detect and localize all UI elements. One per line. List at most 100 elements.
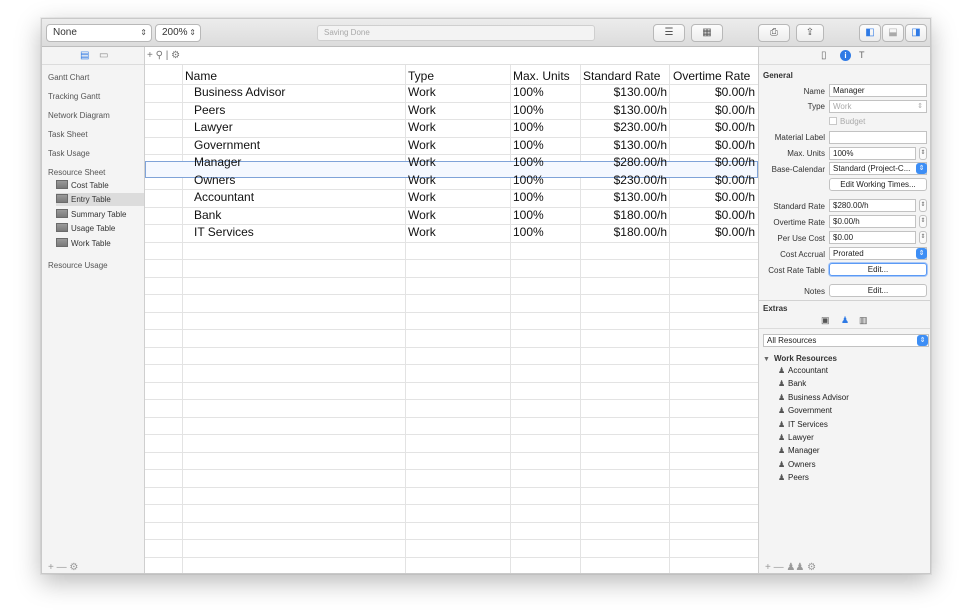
gear-icon[interactable]: ⚙: [807, 562, 816, 573]
sidebar-item-tracking-gantt[interactable]: Tracking Gantt: [48, 92, 100, 101]
cell-standard-rate[interactable]: $130.00/h: [580, 103, 667, 117]
toggle-left-pane-button[interactable]: ◧: [859, 24, 881, 42]
document-icon[interactable]: ▯: [821, 50, 827, 61]
sidebar-item-gantt-chart[interactable]: Gantt Chart: [48, 73, 89, 82]
cell-max-units[interactable]: 100%: [513, 103, 573, 117]
text-style-icon[interactable]: T: [859, 50, 865, 60]
cell-overtime-rate[interactable]: $0.00/h: [669, 190, 755, 204]
cell-type[interactable]: Work: [408, 173, 508, 187]
cell-type[interactable]: Work: [408, 85, 508, 99]
cell-max-units[interactable]: 100%: [513, 155, 573, 169]
cell-type[interactable]: Work: [408, 225, 508, 239]
cell-max-units[interactable]: 100%: [513, 138, 573, 152]
cell-overtime-rate[interactable]: $0.00/h: [669, 173, 755, 187]
views-icon[interactable]: ▤: [80, 50, 89, 61]
type-select[interactable]: Work ⇕: [829, 100, 927, 113]
cell-overtime-rate[interactable]: $0.00/h: [669, 120, 755, 134]
cost-rate-table-edit-button[interactable]: Edit...: [829, 263, 927, 276]
cell-name[interactable]: Manager: [194, 155, 394, 169]
resource-list-item[interactable]: ♟ Owners: [778, 460, 816, 469]
cell-max-units[interactable]: 100%: [513, 190, 573, 204]
toggle-right-pane-button[interactable]: ◨: [905, 24, 927, 42]
cell-name[interactable]: Bank: [194, 208, 394, 222]
work-resources-group[interactable]: ▼ Work Resources: [763, 354, 837, 363]
cell-type[interactable]: Work: [408, 120, 508, 134]
info-icon[interactable]: i: [840, 50, 851, 61]
cell-overtime-rate[interactable]: $0.00/h: [669, 103, 755, 117]
per-use-cost-field[interactable]: $0.00: [829, 231, 916, 244]
column-header-name[interactable]: Name: [185, 69, 217, 83]
resource-list-item[interactable]: ♟ Business Advisor: [778, 393, 849, 402]
cell-name[interactable]: Lawyer: [194, 120, 394, 134]
cell-max-units[interactable]: 100%: [513, 225, 573, 239]
sidebar-item-network-diagram[interactable]: Network Diagram: [48, 111, 110, 120]
cell-overtime-rate[interactable]: $0.00/h: [669, 225, 755, 239]
cell-overtime-rate[interactable]: $0.00/h: [669, 208, 755, 222]
columns-icon[interactable]: ▥: [859, 315, 868, 326]
cell-overtime-rate[interactable]: $0.00/h: [669, 85, 755, 99]
material-label-field[interactable]: [829, 131, 927, 144]
cell-standard-rate[interactable]: $230.00/h: [580, 173, 667, 187]
cell-standard-rate[interactable]: $180.00/h: [580, 208, 667, 222]
list-view-button[interactable]: ☰: [653, 24, 685, 42]
resource-list-item[interactable]: ♟ Bank: [778, 379, 806, 388]
overtime-rate-stepper[interactable]: ⇕: [919, 215, 927, 228]
cost-accrual-select[interactable]: Prorated: [829, 247, 927, 260]
toggle-bottom-pane-button[interactable]: ⬓: [882, 24, 904, 42]
sidebar-sub-work-table[interactable]: Work Table: [56, 237, 144, 250]
disclosure-triangle-icon[interactable]: ▼: [763, 356, 770, 363]
filter-select[interactable]: None ⇕: [46, 24, 152, 42]
column-header-standard-rate[interactable]: Standard Rate: [583, 69, 660, 83]
cell-standard-rate[interactable]: $180.00/h: [580, 225, 667, 239]
resource-list-item[interactable]: ♟ Accountant: [778, 366, 828, 375]
cell-standard-rate[interactable]: $130.00/h: [580, 190, 667, 204]
grid-tools[interactable]: + ⚲ | ⚙: [145, 47, 758, 65]
sidebar-sub-entry-table[interactable]: Entry Table: [56, 193, 144, 206]
cell-standard-rate[interactable]: $130.00/h: [580, 138, 667, 152]
sidebar-sub-summary-table[interactable]: Summary Table: [56, 208, 144, 221]
cost-accrual-popup-icon[interactable]: ⇕: [916, 248, 927, 259]
max-units-stepper[interactable]: ⇕: [919, 147, 927, 160]
comments-icon[interactable]: ▭: [99, 50, 108, 61]
cell-standard-rate[interactable]: $130.00/h: [580, 85, 667, 99]
resource-filter-select[interactable]: All Resources: [763, 334, 929, 347]
cell-standard-rate[interactable]: $280.00/h: [580, 155, 667, 169]
base-calendar-select[interactable]: Standard (Project-C...: [829, 162, 927, 175]
sidebar-item-task-usage[interactable]: Task Usage: [48, 149, 90, 158]
column-header-overtime-rate[interactable]: Overtime Rate: [673, 69, 750, 83]
inspector-footer-controls[interactable]: + — ♟♟ ⚙: [765, 562, 816, 573]
resource-list-item[interactable]: ♟ Peers: [778, 473, 809, 482]
cell-overtime-rate[interactable]: $0.00/h: [669, 155, 755, 169]
standard-rate-field[interactable]: $280.00/h: [829, 199, 916, 212]
resource-filter-popup-icon[interactable]: ⇕: [917, 335, 928, 346]
cell-name[interactable]: Peers: [194, 103, 394, 117]
cell-name[interactable]: Business Advisor: [194, 85, 394, 99]
cell-overtime-rate[interactable]: $0.00/h: [669, 138, 755, 152]
people-icon[interactable]: ♟♟: [786, 562, 804, 573]
budget-checkbox[interactable]: Budget: [829, 117, 865, 126]
cell-type[interactable]: Work: [408, 208, 508, 222]
edit-working-times-button[interactable]: Edit Working Times...: [829, 178, 927, 191]
base-calendar-popup-icon[interactable]: ⇕: [916, 163, 927, 174]
calendar-view-button[interactable]: ▦: [691, 24, 723, 42]
cell-name[interactable]: Owners: [194, 173, 394, 187]
cell-max-units[interactable]: 100%: [513, 208, 573, 222]
cell-type[interactable]: Work: [408, 138, 508, 152]
cell-name[interactable]: IT Services: [194, 225, 394, 239]
cell-name[interactable]: Government: [194, 138, 394, 152]
cell-max-units[interactable]: 100%: [513, 85, 573, 99]
sidebar-item-resource-sheet[interactable]: Resource Sheet: [48, 168, 105, 177]
cell-type[interactable]: Work: [408, 155, 508, 169]
zoom-select[interactable]: 200% ⇕: [155, 24, 201, 42]
cell-name[interactable]: Accountant: [194, 190, 394, 204]
sidebar-item-task-sheet[interactable]: Task Sheet: [48, 130, 88, 139]
name-field[interactable]: Manager: [829, 84, 927, 97]
sidebar-sub-usage-table[interactable]: Usage Table: [56, 222, 144, 235]
person-icon[interactable]: ♟: [841, 315, 849, 326]
max-units-field[interactable]: 100%: [829, 147, 916, 160]
cell-max-units[interactable]: 100%: [513, 173, 573, 187]
column-header-max-units[interactable]: Max. Units: [513, 69, 570, 83]
cell-standard-rate[interactable]: $230.00/h: [580, 120, 667, 134]
print-button[interactable]: ⎙: [758, 24, 790, 42]
notes-edit-button[interactable]: Edit...: [829, 284, 927, 297]
